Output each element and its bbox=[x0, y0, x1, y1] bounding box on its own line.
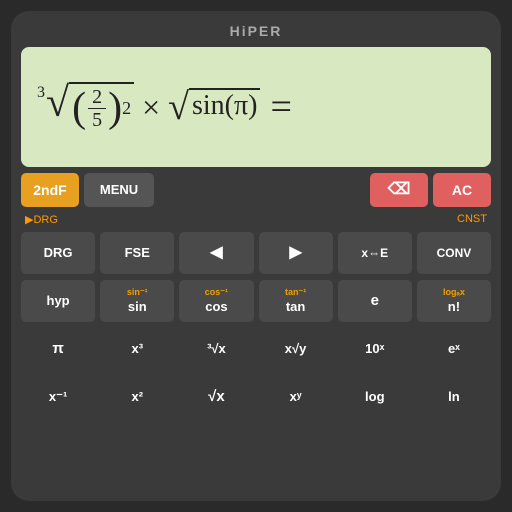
cos-primary: cos bbox=[205, 299, 227, 315]
nfact-secondary: logₐx bbox=[443, 287, 465, 298]
xe-button[interactable]: x⇔E bbox=[338, 232, 412, 274]
xinv-button[interactable]: x⁻¹ bbox=[21, 376, 95, 418]
button-row-2: hyp sin⁻¹ sin cos⁻¹ cos tan⁻¹ tan e logₐ… bbox=[21, 280, 491, 322]
nfact-button[interactable]: logₐx n! bbox=[417, 280, 491, 322]
sqrtx-button[interactable]: √x bbox=[179, 376, 253, 418]
menu-button[interactable]: MENU bbox=[84, 173, 154, 207]
sin-button[interactable]: sin⁻¹ sin bbox=[100, 280, 174, 322]
log-button[interactable]: log bbox=[338, 376, 412, 418]
tan-primary: tan bbox=[286, 299, 306, 315]
cnst-label: CNST bbox=[457, 213, 487, 226]
conv-button[interactable]: CONV bbox=[417, 232, 491, 274]
x2-button[interactable]: x² bbox=[100, 376, 174, 418]
sin-secondary: sin⁻¹ bbox=[127, 287, 148, 298]
hyp-button[interactable]: hyp bbox=[21, 280, 95, 322]
tan-secondary: tan⁻¹ bbox=[285, 287, 306, 298]
right-arrow-button[interactable]: ▶ bbox=[259, 232, 333, 274]
display-expression: 3 √ ( 2 5 ) 2 × √ sin(π) bbox=[37, 82, 292, 132]
e-button[interactable]: e bbox=[338, 280, 412, 322]
drg-button[interactable]: DRG bbox=[21, 232, 95, 274]
sin-primary: sin bbox=[128, 299, 147, 315]
drg-cnst-row: ▶DRG CNST bbox=[21, 213, 491, 226]
2ndf-button[interactable]: 2ndF bbox=[21, 173, 79, 207]
fse-button[interactable]: FSE bbox=[100, 232, 174, 274]
display-screen: 3 √ ( 2 5 ) 2 × √ sin(π) bbox=[21, 47, 491, 167]
sqrt-sin-pi: √ sin(π) bbox=[168, 88, 260, 126]
ex-button[interactable]: eˣ bbox=[417, 328, 491, 370]
backspace-button[interactable]: ⌫ bbox=[370, 173, 428, 207]
xrooty-button[interactable]: x√y bbox=[259, 328, 333, 370]
10x-button[interactable]: 10ˣ bbox=[338, 328, 412, 370]
drg-label: ▶DRG bbox=[25, 213, 58, 226]
ac-button[interactable]: AC bbox=[433, 173, 491, 207]
control-row: 2ndF MENU ⌫ AC bbox=[21, 173, 491, 207]
cos-button[interactable]: cos⁻¹ cos bbox=[179, 280, 253, 322]
button-row-1: DRG FSE ◀ ▶ x⇔E CONV bbox=[21, 232, 491, 274]
ln-button[interactable]: ln bbox=[417, 376, 491, 418]
button-row-4: x⁻¹ x² √x xʸ log ln bbox=[21, 376, 491, 418]
nfact-primary: n! bbox=[448, 299, 460, 315]
xy-button[interactable]: xʸ bbox=[259, 376, 333, 418]
cube-root: 3 √ ( 2 5 ) 2 bbox=[37, 82, 134, 132]
calculator: HiPER 3 √ ( 2 5 ) 2 × √ bbox=[11, 11, 501, 501]
left-arrow-button[interactable]: ◀ bbox=[179, 232, 253, 274]
cos-secondary: cos⁻¹ bbox=[205, 287, 228, 298]
cbrtx-button[interactable]: ³√x bbox=[179, 328, 253, 370]
tan-button[interactable]: tan⁻¹ tan bbox=[259, 280, 333, 322]
app-title: HiPER bbox=[21, 21, 491, 41]
x3-button[interactable]: x³ bbox=[100, 328, 174, 370]
button-row-3: π x³ ³√x x√y 10ˣ eˣ bbox=[21, 328, 491, 370]
pi-button[interactable]: π bbox=[21, 328, 95, 370]
